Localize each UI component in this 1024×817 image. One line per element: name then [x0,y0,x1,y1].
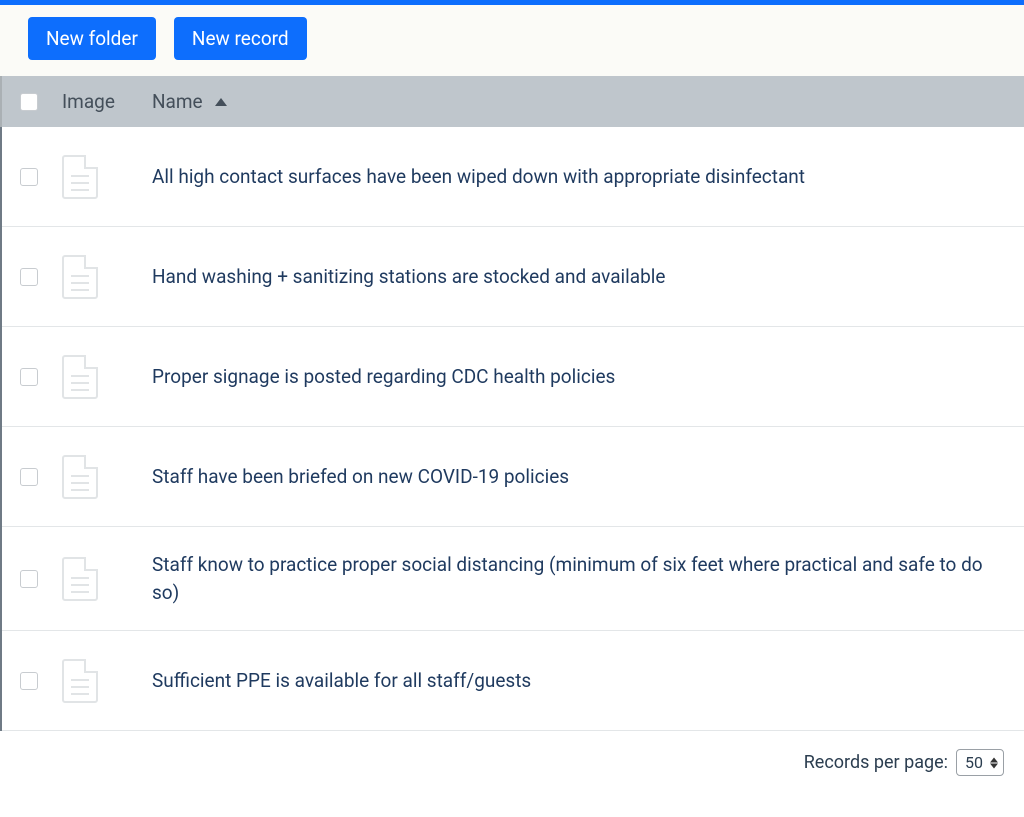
row-checkbox-cell [20,570,62,588]
table-row[interactable]: Proper signage is posted regarding CDC h… [2,327,1024,427]
new-record-button[interactable]: New record [174,17,307,60]
table-row[interactable]: All high contact surfaces have been wipe… [2,127,1024,227]
new-folder-button[interactable]: New folder [28,17,156,60]
document-icon [62,355,98,399]
column-header-name[interactable]: Name [152,90,1006,113]
records-per-page-label: Records per page: [804,752,948,773]
table-row[interactable]: Sufficient PPE is available for all staf… [2,631,1024,731]
row-name[interactable]: All high contact surfaces have been wipe… [152,163,1006,191]
header-checkbox-cell [20,93,62,111]
row-checkbox-cell [20,468,62,486]
row-checkbox-cell [20,368,62,386]
row-image-cell [62,455,152,499]
sort-ascending-icon [215,98,227,106]
select-all-checkbox[interactable] [20,93,38,111]
row-name[interactable]: Proper signage is posted regarding CDC h… [152,363,1006,391]
row-image-cell [62,355,152,399]
row-checkbox[interactable] [20,168,38,186]
row-checkbox[interactable] [20,368,38,386]
column-header-name-label: Name [152,90,203,113]
row-name[interactable]: Staff have been briefed on new COVID-19 … [152,463,1006,491]
document-icon [62,455,98,499]
row-image-cell [62,659,152,703]
toolbar: New folder New record [0,5,1024,76]
document-icon [62,155,98,199]
row-name[interactable]: Staff know to practice proper social dis… [152,551,1006,606]
row-checkbox-cell [20,268,62,286]
row-checkbox[interactable] [20,570,38,588]
column-header-image[interactable]: Image [62,90,152,113]
row-image-cell [62,155,152,199]
row-name[interactable]: Sufficient PPE is available for all staf… [152,667,1006,695]
row-checkbox-cell [20,672,62,690]
table-row[interactable]: Staff know to practice proper social dis… [2,527,1024,631]
records-list: All high contact surfaces have been wipe… [0,127,1024,731]
pagination-footer: Records per page: 50 [0,731,1024,776]
table-row[interactable]: Staff have been briefed on new COVID-19 … [2,427,1024,527]
document-icon [62,255,98,299]
table-header: Image Name [0,76,1024,127]
table-row[interactable]: Hand washing + sanitizing stations are s… [2,227,1024,327]
row-checkbox-cell [20,168,62,186]
row-checkbox[interactable] [20,672,38,690]
document-icon [62,659,98,703]
row-name[interactable]: Hand washing + sanitizing stations are s… [152,263,1006,291]
row-checkbox[interactable] [20,268,38,286]
document-icon [62,557,98,601]
row-checkbox[interactable] [20,468,38,486]
row-image-cell [62,255,152,299]
row-image-cell [62,557,152,601]
select-stepper-icon [990,757,998,768]
records-per-page-select[interactable]: 50 [956,749,1004,776]
records-per-page-value: 50 [965,753,983,772]
